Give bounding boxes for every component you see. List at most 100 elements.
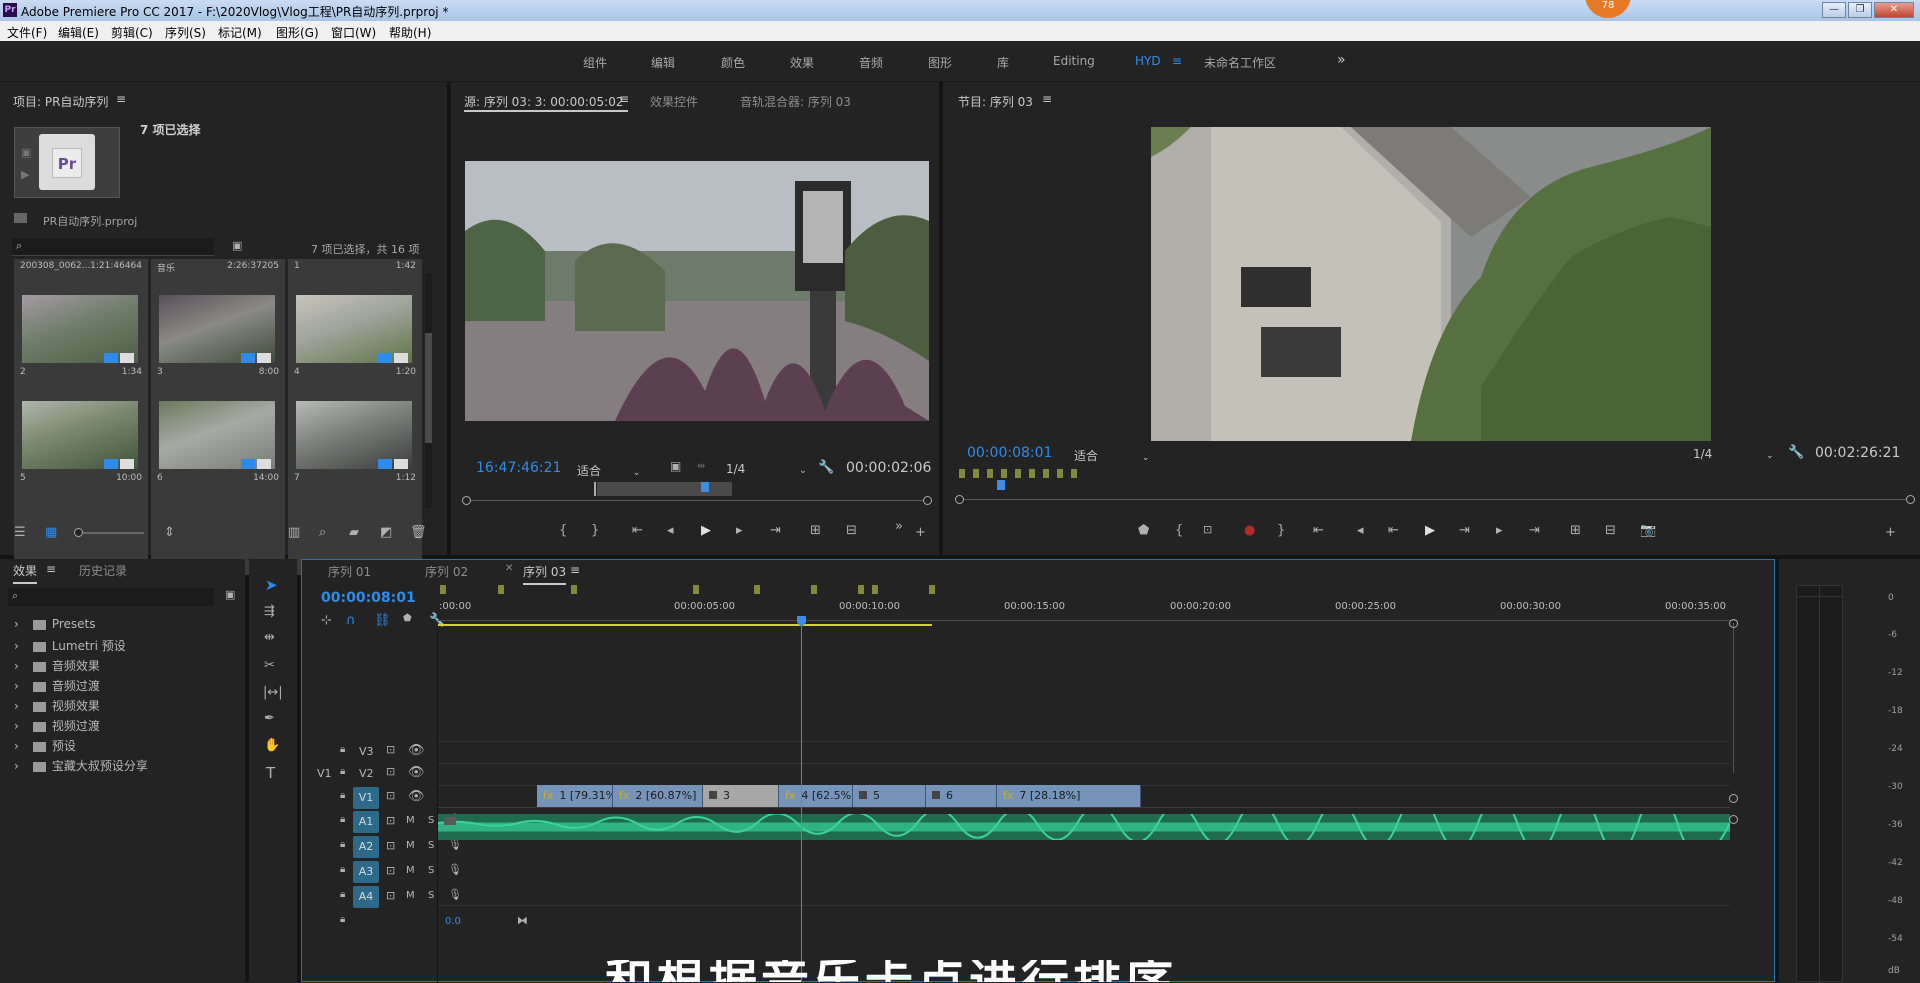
add-button-icon[interactable]: + xyxy=(1885,526,1896,539)
timeline-v-scroll-bottom[interactable] xyxy=(1729,794,1738,803)
microphone-icon[interactable]: 🎙︎ xyxy=(448,889,462,900)
wrench-icon[interactable]: 🔧 xyxy=(818,461,834,474)
effects-item[interactable]: › 宝藏大叔预设分享 xyxy=(14,757,148,774)
wrench-icon[interactable]: 🔧 xyxy=(1788,446,1804,459)
timeline-timecode[interactable]: 00:00:08:01 xyxy=(321,590,416,606)
workspace-unnamed[interactable]: 未命名工作区 xyxy=(1204,54,1276,71)
track-sync-lock-icon[interactable]: ⊡ xyxy=(386,889,395,902)
workspace-assembly[interactable]: 组件 xyxy=(583,54,607,71)
tab-effect-controls[interactable]: 效果控件 xyxy=(650,93,698,110)
play-icon[interactable]: ▶ xyxy=(1425,524,1435,537)
project-thumbnail[interactable]: 7 1:12 xyxy=(288,381,422,485)
mute-button[interactable]: M xyxy=(406,865,415,876)
effects-item[interactable]: › Presets xyxy=(14,617,95,631)
workspace-libraries[interactable]: 库 xyxy=(997,54,1009,71)
sync-lock-icon[interactable]: ⊡ xyxy=(386,766,395,777)
mute-button[interactable]: M xyxy=(406,890,415,901)
mark-clip-icon[interactable]: ⊡ xyxy=(1203,524,1212,535)
project-thumbnail[interactable]: 5 10:00 xyxy=(14,381,148,485)
go-to-out-icon[interactable]: ⇥ xyxy=(1529,524,1540,537)
menu-sequence[interactable]: 序列(S) xyxy=(165,24,206,41)
new-custom-bin-icon[interactable]: ▣ xyxy=(225,589,235,600)
timeline-clip[interactable]: 6 xyxy=(926,785,997,807)
timeline-clip[interactable]: fx 2 [60.87%] xyxy=(613,785,703,807)
track-name-a1[interactable]: A1 xyxy=(353,811,379,833)
ripple-edit-tool-icon[interactable]: ⇹ xyxy=(264,631,275,644)
effects-search-input[interactable]: ⌕ xyxy=(8,588,214,606)
effects-item[interactable]: › 音频过渡 xyxy=(14,677,100,694)
solo-button[interactable]: S xyxy=(428,890,434,901)
type-tool-icon[interactable]: T xyxy=(266,766,275,781)
previous-edit-icon[interactable]: ⇤ xyxy=(1388,524,1399,537)
tab-effects[interactable]: 效果 xyxy=(13,562,38,584)
solo-button[interactable]: S xyxy=(428,815,434,826)
timeline-clip[interactable]: 5 xyxy=(853,785,926,807)
menu-clip[interactable]: 剪辑(C) xyxy=(111,24,153,41)
audio-clip[interactable] xyxy=(437,792,1731,857)
microphone-icon[interactable]: 🎙︎ xyxy=(448,839,462,850)
sync-lock-icon[interactable]: ⊡ xyxy=(386,744,395,755)
go-to-end-icon[interactable]: ⧓ xyxy=(517,915,528,926)
step-back-icon[interactable]: ◂ xyxy=(1357,524,1364,537)
linked-selection-icon[interactable]: ⛓ xyxy=(374,614,391,627)
play-icon[interactable]: ▶ xyxy=(701,524,711,537)
new-bin-icon[interactable]: ▰ xyxy=(349,526,359,539)
tab-audio-track-mixer[interactable]: 音轨混合器: 序列 03 xyxy=(740,93,851,110)
workspace-graphics[interactable]: 图形 xyxy=(928,54,952,71)
project-panel-menu-icon[interactable]: ≡ xyxy=(116,92,126,106)
menu-help[interactable]: 帮助(H) xyxy=(389,24,431,41)
menu-marker[interactable]: 标记(M) xyxy=(218,24,262,41)
track-sync-lock-icon[interactable]: ⊡ xyxy=(386,814,395,827)
project-thumbnail[interactable] xyxy=(151,259,285,363)
workspace-editing[interactable]: 编辑 xyxy=(651,54,675,71)
go-to-out-icon[interactable]: ⇥ xyxy=(770,524,781,537)
new-item-icon[interactable]: ◩ xyxy=(380,526,392,539)
mute-button[interactable]: M xyxy=(406,840,415,851)
selection-tool-icon[interactable]: ➤ xyxy=(265,578,278,593)
timeline-clip[interactable]: 3 xyxy=(703,785,779,807)
close-tab-icon[interactable]: ✕ xyxy=(505,563,513,574)
lock-icon[interactable]: 🔒︎ xyxy=(340,890,345,900)
source-patch-v1[interactable]: V1 xyxy=(317,767,332,780)
project-thumbnail[interactable] xyxy=(288,259,422,363)
program-fit-dropdown[interactable]: 适合 ⌄ xyxy=(1074,447,1149,464)
workspace-audio[interactable]: 音频 xyxy=(859,54,883,71)
effects-item[interactable]: › 预设 xyxy=(14,737,76,754)
step-forward-icon[interactable]: ▸ xyxy=(736,524,743,537)
track-name-a4[interactable]: A4 xyxy=(353,886,379,908)
lock-icon[interactable]: 🔒︎ xyxy=(340,865,345,875)
tab-source[interactable]: 源: 序列 03: 3: 00:00:05:02 xyxy=(464,93,624,110)
timeline-playhead[interactable] xyxy=(801,616,802,982)
slip-tool-icon[interactable]: |↔| xyxy=(263,686,283,699)
timeline-a-scroll[interactable] xyxy=(1729,815,1738,824)
tab-sequence-01[interactable]: 序列 01 xyxy=(328,563,371,580)
more-workspaces-icon[interactable]: » xyxy=(1337,52,1346,68)
timeline-clip[interactable]: fx 7 [28.18%] xyxy=(997,785,1141,807)
solo-button[interactable]: S xyxy=(428,865,434,876)
more-buttons-icon[interactable]: » xyxy=(895,520,903,533)
mark-in-icon[interactable]: { xyxy=(1175,524,1183,537)
project-thumbnail[interactable] xyxy=(14,259,148,363)
track-sync-lock-icon[interactable]: ⊡ xyxy=(386,864,395,877)
master-volume-value[interactable]: 0.0 xyxy=(445,916,461,927)
next-edit-icon[interactable]: ⇥ xyxy=(1459,524,1470,537)
close-button[interactable]: ✕ xyxy=(1874,2,1914,18)
sync-lock-icon[interactable]: ⊡ xyxy=(386,790,395,801)
insert-icon[interactable]: ⊞ xyxy=(810,524,821,537)
workspace-effects[interactable]: 效果 xyxy=(790,54,814,71)
project-thumbnail[interactable]: 6 14:00 xyxy=(151,381,285,485)
lock-icon[interactable]: 🔒︎ xyxy=(340,767,345,777)
overwrite-icon[interactable]: ⊟ xyxy=(846,524,857,537)
mark-out-icon[interactable]: } xyxy=(1277,524,1285,537)
timeline-menu-icon[interactable]: ≡ xyxy=(570,563,580,577)
go-to-in-icon[interactable]: ⇤ xyxy=(632,524,643,537)
new-search-bin-icon[interactable]: ▣ xyxy=(232,240,242,251)
mute-button[interactable]: M xyxy=(406,815,415,826)
program-resolution-dropdown[interactable]: 1/4 ⌄ xyxy=(1693,447,1774,461)
mark-in-icon[interactable]: { xyxy=(559,524,567,537)
mark-out-icon[interactable]: } xyxy=(591,524,599,537)
project-panel-title[interactable]: 项目: PR自动序列 xyxy=(13,93,108,110)
eye-icon[interactable]: 👁︎ xyxy=(408,744,425,757)
effects-item[interactable]: › Lumetri 预设 xyxy=(14,637,126,654)
timeline-clip[interactable]: fx1 [79.31%] xyxy=(537,785,613,807)
